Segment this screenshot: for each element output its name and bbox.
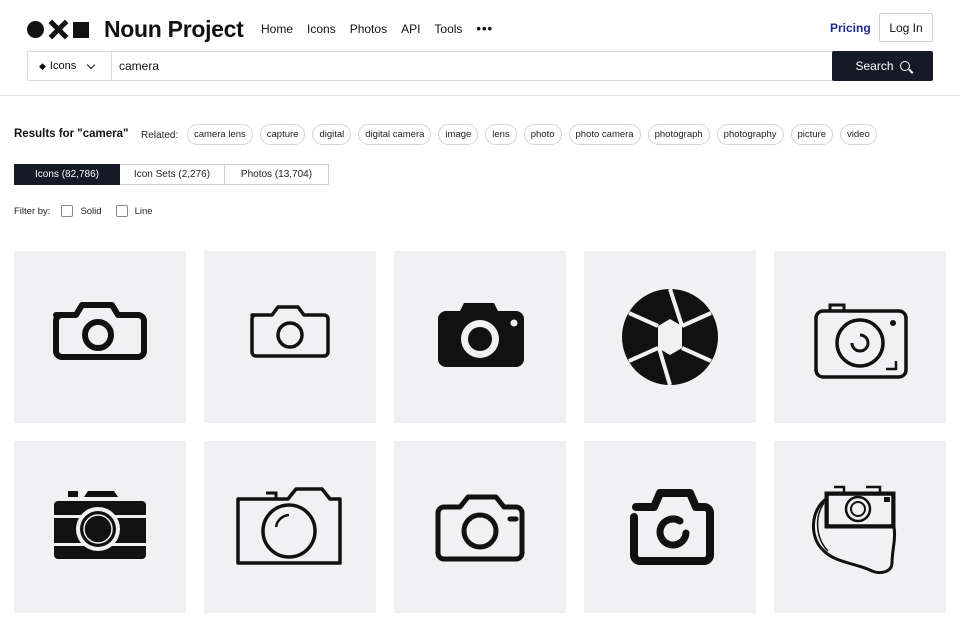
main-nav: Home Icons Photos API Tools •••	[261, 21, 493, 36]
search-bar: ◆ Icons Search	[27, 51, 933, 81]
related-tag[interactable]: camera lens	[187, 124, 253, 145]
nav-api[interactable]: API	[401, 22, 420, 36]
solid-checkbox[interactable]	[61, 205, 74, 217]
brand-name: Noun Project	[104, 16, 244, 42]
camera-hand-drawn-strap-icon	[812, 485, 897, 575]
related-tag[interactable]: video	[840, 124, 877, 145]
brand-logo[interactable]: Noun Project	[27, 16, 244, 43]
nav-home[interactable]: Home	[261, 22, 293, 36]
related-tag[interactable]: digital camera	[358, 124, 432, 145]
related-tag[interactable]: photograph	[647, 124, 710, 145]
related-tag[interactable]: picture	[790, 124, 834, 145]
related-tag[interactable]: digital	[312, 124, 352, 145]
search-button-label: Search	[855, 59, 894, 73]
more-menu-icon[interactable]: •••	[476, 21, 493, 36]
icon-tile[interactable]	[584, 251, 756, 423]
icon-tile[interactable]	[14, 441, 186, 613]
search-type-dropdown[interactable]: ◆ Icons	[28, 52, 112, 80]
filter-bar: Filter by: Solid Line	[14, 205, 167, 217]
icon-grid	[14, 251, 946, 613]
camera-sketch-lens-icon	[814, 303, 908, 379]
search-button[interactable]: Search	[832, 51, 933, 81]
tab-photos[interactable]: Photos (13,704)	[225, 164, 329, 185]
nav-icons[interactable]: Icons	[307, 22, 336, 36]
related-tags: camera lens capture digital digital came…	[187, 124, 877, 145]
nav-photos[interactable]: Photos	[350, 22, 387, 36]
search-input[interactable]	[112, 52, 832, 80]
results-title: Results for "camera"	[14, 128, 129, 140]
camera-solid-icon	[438, 303, 524, 367]
icon-tile[interactable]	[774, 441, 946, 613]
pricing-link[interactable]: Pricing	[830, 21, 871, 35]
camera-outline-wide-icon	[236, 487, 342, 565]
shapes-icon: ◆	[39, 60, 46, 71]
logo-mark-icon	[27, 20, 89, 39]
icon-tile[interactable]	[204, 441, 376, 613]
related-tag[interactable]: capture	[259, 124, 306, 145]
nav-tools[interactable]: Tools	[434, 22, 462, 36]
camera-solid-vintage-icon	[54, 491, 146, 559]
related-tag[interactable]: photo	[523, 124, 562, 145]
header-divider	[0, 95, 960, 96]
solid-label[interactable]: Solid	[80, 206, 101, 217]
aperture-shutter-icon	[622, 288, 718, 386]
related-tag[interactable]: image	[438, 124, 479, 145]
related-tag[interactable]: lens	[485, 124, 517, 145]
icon-tile[interactable]	[584, 441, 756, 613]
login-button[interactable]: Log In	[879, 13, 933, 42]
chevron-down-icon	[86, 60, 96, 69]
line-checkbox[interactable]	[115, 205, 128, 217]
icon-tile[interactable]	[394, 251, 566, 423]
related-tag[interactable]: photography	[716, 124, 784, 145]
related-label: Related:	[141, 130, 179, 141]
line-label[interactable]: Line	[135, 206, 153, 217]
icon-tile[interactable]	[774, 251, 946, 423]
camera-outline-rounded-icon	[435, 494, 525, 562]
related-tag[interactable]: photo camera	[568, 124, 641, 145]
icon-tile[interactable]	[204, 251, 376, 423]
camera-outline-thin-icon	[250, 305, 330, 358]
tab-icons[interactable]: Icons (82,786)	[14, 164, 120, 185]
camera-brush-icon	[630, 489, 714, 565]
search-icon	[899, 61, 910, 71]
result-tabs: Icons (82,786) Icon Sets (2,276) Photos …	[14, 164, 329, 185]
icon-tile[interactable]	[394, 441, 566, 613]
camera-outline-bold-icon	[53, 302, 147, 360]
filter-label: Filter by:	[14, 205, 51, 217]
icon-tile[interactable]	[14, 251, 186, 423]
search-type-label: Icons	[49, 60, 77, 72]
tab-icon-sets[interactable]: Icon Sets (2,276)	[120, 164, 225, 185]
